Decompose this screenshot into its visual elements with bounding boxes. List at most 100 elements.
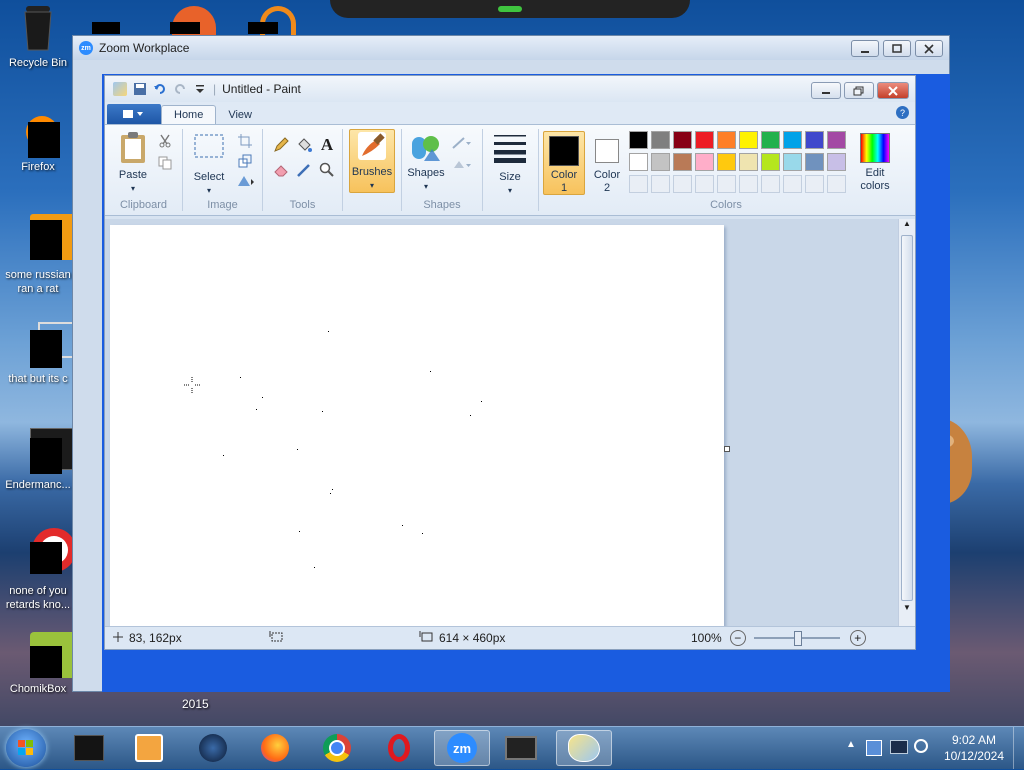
zoom-slider[interactable] [753,631,840,646]
desktop-icon-recycle-bin[interactable]: Recycle Bin [2,4,74,70]
paint-title-bar[interactable]: | Untitled - Paint [105,76,915,102]
color-picker-icon[interactable] [294,160,314,180]
zoom-title-bar[interactable]: zm Zoom Workplace [73,36,949,60]
brushes-button[interactable]: Brushes ▾ [349,129,395,193]
palette-swatch[interactable] [717,131,736,149]
zoom-out-button[interactable]: − [729,630,746,646]
custom-color-slot[interactable] [739,175,758,193]
zoom-close-button[interactable] [915,40,943,57]
taskbar-firefox-icon[interactable] [250,730,300,766]
palette-swatch[interactable] [673,153,692,171]
custom-color-slot[interactable] [695,175,714,193]
save-icon[interactable] [133,82,147,96]
custom-color-slot[interactable] [827,175,846,193]
palette-swatch[interactable] [783,153,802,171]
vertical-scrollbar[interactable]: ▲ ▼ [898,219,915,629]
taskbar-chrome-icon[interactable] [312,730,362,766]
custom-color-slot[interactable] [805,175,824,193]
taskbar-globe-icon[interactable] [188,730,238,766]
copy-icon[interactable] [155,153,175,173]
desktop-icon-that-but[interactable]: that but its c [2,322,74,386]
desktop-icon-firefox[interactable]: Firefox [2,112,74,174]
custom-color-slot[interactable] [717,175,736,193]
palette-swatch[interactable] [651,131,670,149]
drawing-canvas[interactable] [110,225,724,629]
select-button[interactable]: Select ▾ [187,133,231,197]
taskbar-opera-icon[interactable] [374,730,424,766]
rotate-icon[interactable] [235,171,255,191]
custom-color-slot[interactable] [629,175,648,193]
tray-monitor-icon[interactable] [890,740,908,754]
custom-color-slot[interactable] [651,175,670,193]
palette-swatch[interactable] [805,153,824,171]
palette-swatch[interactable] [783,131,802,149]
palette-swatch[interactable] [673,131,692,149]
palette-swatch[interactable] [629,153,648,171]
color1-button[interactable]: Color 1 [543,131,585,195]
zoom-maximize-button[interactable] [883,40,911,57]
taskbar-screen-icon[interactable] [496,730,546,766]
palette-swatch[interactable] [827,131,846,149]
resize-icon[interactable] [235,151,255,171]
text-icon[interactable]: A [317,135,337,155]
outline-icon[interactable] [452,133,472,153]
palette-swatch[interactable] [695,131,714,149]
canvas-resize-handle[interactable] [724,446,730,452]
palette-swatch[interactable] [827,153,846,171]
custom-color-slot[interactable] [673,175,692,193]
scroll-down-arrow-icon[interactable]: ▼ [899,603,915,617]
palette-swatch[interactable] [761,131,780,149]
desktop-icon-chomikbox[interactable]: ChomikBox [2,632,76,696]
palette-swatch[interactable] [761,153,780,171]
redo-icon[interactable] [173,82,187,96]
paint-menu-button[interactable] [107,104,161,124]
taskbar-paint-icon[interactable] [556,730,612,766]
tab-home[interactable]: Home [161,105,217,124]
customize-quick-access-icon[interactable] [193,82,207,96]
fill-icon[interactable] [294,135,314,155]
paint-close-button[interactable] [877,82,909,99]
scroll-thumb[interactable] [901,235,913,601]
custom-color-slot[interactable] [783,175,802,193]
eraser-icon[interactable] [271,160,291,180]
cut-icon[interactable] [155,131,175,151]
tray-network-icon[interactable] [866,740,882,756]
help-icon[interactable]: ? [896,106,909,119]
zoom-minimize-button[interactable] [851,40,879,57]
palette-swatch[interactable] [717,153,736,171]
magnifier-icon[interactable] [317,160,337,180]
palette-swatch[interactable] [739,131,758,149]
zoom-slider-thumb[interactable] [793,631,802,646]
fill-shape-icon[interactable] [452,155,472,175]
palette-swatch[interactable] [739,153,758,171]
scroll-up-arrow-icon[interactable]: ▲ [899,219,915,233]
undo-icon[interactable] [153,82,167,96]
taskbar-zoom-icon[interactable]: zm [434,730,490,766]
show-desktop-button[interactable] [1013,727,1024,769]
desktop-icon-none-of-you[interactable]: none of you retards kno... [2,526,76,612]
desktop-icon-some-russian[interactable]: some russian ran a rat [2,214,76,296]
palette-swatch[interactable] [805,131,824,149]
palette-swatch[interactable] [695,153,714,171]
tab-view[interactable]: View [216,106,264,124]
palette-swatch[interactable] [629,131,648,149]
paint-minimize-button[interactable] [811,82,841,99]
zoom-in-button[interactable]: + [849,630,866,646]
custom-color-slot[interactable] [761,175,780,193]
palette-swatch[interactable] [651,153,670,171]
paint-maximize-button[interactable] [844,82,874,99]
pencil-icon[interactable] [271,135,291,155]
taskbar-media-player-icon[interactable] [124,730,174,766]
desktop-icon-endermanch[interactable]: Endermanc... [2,428,78,492]
show-hidden-icons[interactable]: ▲ [846,739,856,750]
start-button[interactable] [6,729,46,767]
color2-button[interactable]: Color 2 [587,131,627,194]
paste-button[interactable]: Paste ▾ [113,131,153,195]
edit-colors-button[interactable]: Edit colors [853,133,897,193]
tray-volume-icon[interactable] [914,739,928,753]
system-clock[interactable]: 9:02 AM 10/12/2024 [944,732,1004,764]
shapes-button[interactable]: Shapes ▾ [404,131,448,193]
taskbar-app-black-icon[interactable] [64,730,114,766]
crop-icon[interactable] [235,131,255,151]
size-button[interactable]: Size ▾ [489,133,531,197]
